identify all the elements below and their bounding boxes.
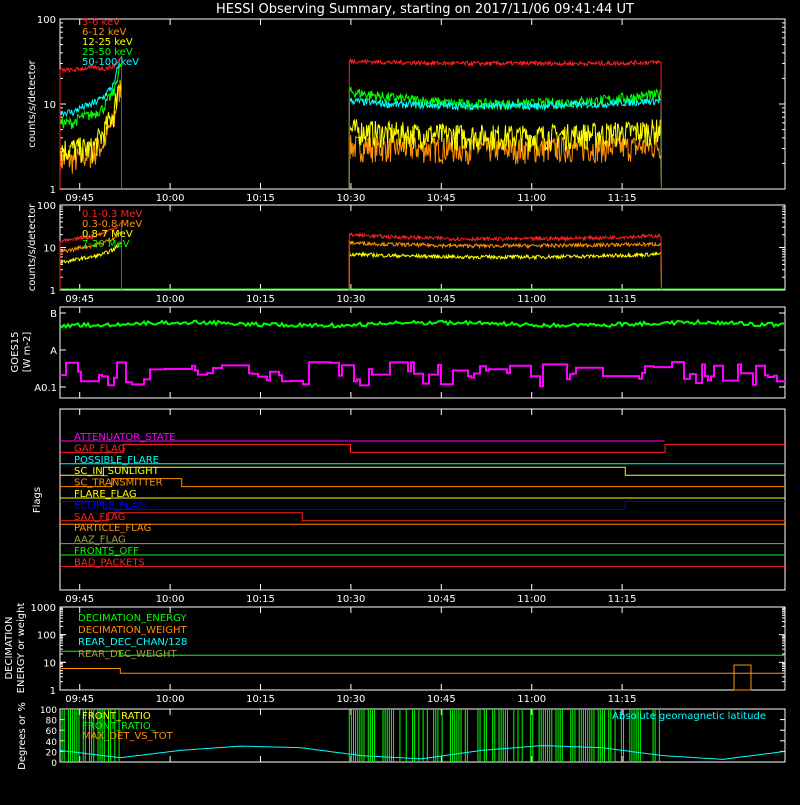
x-tick-label: 10:15	[246, 294, 275, 305]
x-tick-label: 09:45	[65, 694, 94, 705]
x-tick-label: 11:15	[608, 193, 637, 204]
x-tick-label: 10:45	[427, 193, 456, 204]
y-tick-label: 1	[50, 686, 56, 697]
x-tick-label: 11:00	[517, 694, 546, 705]
plot-layer: 11010009:45 10:00 10:15 10:30 10:45 11:00 11:1…	[4, 15, 786, 770]
y-axis-label: counts/s/detector	[27, 59, 38, 147]
x-tick-label: 10:45	[427, 594, 456, 605]
flag-line	[60, 443, 785, 453]
flag-line	[60, 500, 785, 510]
x-tick-label: 10:45	[427, 694, 456, 705]
latitude-annotation: Absolute geomagnetic latitude	[612, 711, 766, 722]
x-tick-label: 10:00	[156, 594, 185, 605]
x-tick-label: 11:15	[608, 294, 637, 305]
y-tick-label: 100	[40, 706, 57, 716]
x-tick-label: 10:30	[336, 694, 365, 705]
y-tick-label: A	[50, 346, 57, 357]
y-tick-label: 40	[46, 738, 58, 748]
chart-canvas: HESSI Observing Summary, starting on 201…	[4, 2, 786, 770]
goes-long-line	[59, 318, 784, 329]
series-line	[348, 251, 662, 291]
y-tick-label: 60	[46, 727, 58, 737]
y-tick-label: 100	[37, 201, 56, 212]
x-tick-label: 10:00	[156, 694, 185, 705]
hessi-summary-chart: HESSI Observing Summary, starting on 201…	[0, 0, 800, 800]
y-axis-label: ENERGY or weight	[16, 603, 27, 694]
x-tick-label: 11:00	[517, 594, 546, 605]
x-tick-label: 10:30	[336, 193, 365, 204]
series-line	[348, 239, 662, 291]
series-line	[348, 118, 662, 190]
x-tick-label: 11:00	[517, 193, 546, 204]
x-tick-label: 09:45	[65, 594, 94, 605]
legend-entry: DECIMATION_ENERGY	[78, 613, 187, 624]
series-trace	[59, 242, 662, 291]
x-tick-label: 11:15	[608, 594, 637, 605]
y-tick-label: 1	[50, 286, 56, 297]
flag-line	[60, 466, 785, 476]
legend-entry: MAX_DET_VS_TOT	[82, 731, 174, 742]
y-tick-label: 10	[43, 100, 56, 111]
y-tick-label: 1	[50, 185, 56, 196]
series-line	[59, 79, 122, 189]
y-tick-label: 100	[37, 631, 56, 642]
y-axis-label: [W m-2]	[22, 332, 33, 373]
series-line	[59, 242, 122, 290]
x-tick-label: 11:15	[608, 694, 637, 705]
series-trace	[59, 55, 662, 190]
y-tick-label: 100	[37, 15, 56, 26]
series-trace	[59, 221, 662, 291]
x-tick-label: 11:00	[517, 294, 546, 305]
legend-entry: REAR_DEC_WEIGHT	[78, 649, 177, 660]
y-tick-label: 10	[43, 658, 56, 669]
y-axis-label: Flags	[32, 487, 43, 513]
y-axis-label: GOES15	[10, 331, 21, 372]
flag-line	[60, 478, 785, 488]
x-tick-label: 10:30	[336, 594, 365, 605]
x-tick-label: 10:00	[156, 294, 185, 305]
y-tick-label: 1000	[31, 603, 56, 614]
high-energy-panel	[59, 204, 786, 291]
chart-title: HESSI Observing Summary, starting on 201…	[216, 2, 634, 17]
x-tick-label: 09:45	[65, 193, 94, 204]
y-axis-label: counts/s/detector	[27, 203, 38, 291]
series-line	[59, 62, 122, 189]
x-tick-label: 10:30	[336, 294, 365, 305]
series-trace	[59, 62, 662, 190]
series-trace	[59, 230, 662, 291]
y-axis-label: Degrees or %	[17, 702, 28, 770]
goes-short-line	[60, 361, 786, 388]
y-tick-label: 20	[46, 748, 58, 758]
x-tick-label: 10:00	[156, 193, 185, 204]
decimation-box	[733, 664, 752, 691]
decimation-line	[60, 668, 785, 674]
series-line	[348, 231, 662, 291]
x-tick-label: 10:15	[246, 193, 275, 204]
legend-entry: REAR_DEC_CHAN/128	[78, 637, 187, 648]
series-line	[348, 135, 662, 190]
x-tick-label: 10:15	[246, 594, 275, 605]
legend-entry: DECIMATION_WEIGHT	[78, 625, 187, 636]
y-tick-label: 10	[43, 244, 56, 255]
legend-entry: 7-20 MeV	[82, 239, 130, 250]
flag-label: PARTICLE_FLAG	[74, 523, 151, 534]
x-tick-label: 10:15	[246, 694, 275, 705]
y-tick-label: A0.1	[34, 383, 57, 394]
y-tick-label: 80	[46, 717, 58, 727]
y-tick-label: B	[50, 309, 57, 320]
y-axis-label: DECIMATION	[4, 616, 15, 679]
y-tick-label: 0	[51, 759, 57, 769]
x-tick-label: 10:45	[427, 294, 456, 305]
series-trace	[59, 56, 662, 190]
latitude-curve	[59, 745, 784, 760]
legend-entry: 50-100 keV	[82, 57, 139, 68]
x-tick-label: 09:45	[65, 294, 94, 305]
flag-line	[60, 512, 785, 522]
